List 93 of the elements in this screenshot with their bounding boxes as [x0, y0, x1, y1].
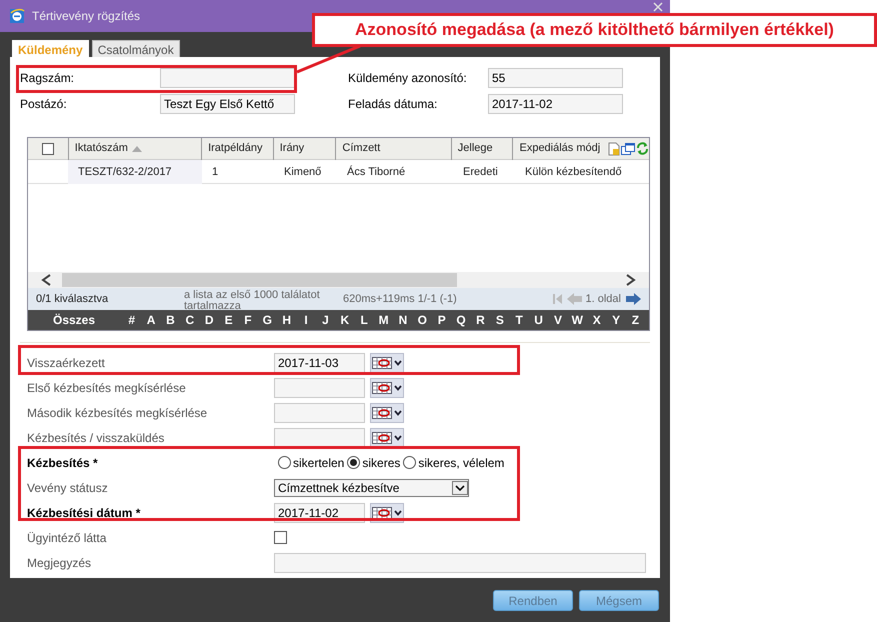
chevron-down-icon: [394, 434, 402, 440]
input-field[interactable]: [274, 428, 365, 448]
alphabet-filter-link[interactable]: C: [180, 311, 200, 329]
alphabet-filter-link[interactable]: H: [277, 311, 296, 329]
select-all-checkbox[interactable]: [42, 142, 54, 154]
calendar-button[interactable]: [370, 402, 404, 422]
alphabet-filter-link[interactable]: O: [412, 311, 432, 329]
table-cell-text: 1: [211, 164, 220, 180]
alphabet-filter-link[interactable]: P: [432, 311, 452, 329]
field-label: Kézbesítés / visszaküldés: [27, 430, 166, 446]
alphabet-filter-link[interactable]: K: [335, 311, 355, 329]
alphabet-filter-link[interactable]: Q: [451, 311, 471, 329]
input-field[interactable]: 2017-11-03: [274, 352, 365, 372]
field-label: Második kézbesítés megkísérlése: [27, 404, 208, 422]
table-row[interactable]: TESZT/632-2/2017 1 Kimenő Ács Tiborné Eredeti Külön kézbesítendő: [28, 160, 649, 184]
field-label: Ügyintéző látta: [27, 530, 108, 546]
alphabet-filter-link[interactable]: I: [296, 311, 316, 329]
radio-option[interactable]: sikeres: [347, 454, 400, 472]
chevron-down-icon: [394, 410, 402, 416]
alphabet-filter-link[interactable]: X: [587, 311, 606, 329]
horizontal-scrollbar[interactable]: [28, 272, 649, 288]
page-label: 1. oldal: [586, 292, 621, 307]
window-title: Tértivevény rögzítés: [32, 8, 140, 25]
alphabet-filter-link[interactable]: #: [122, 311, 142, 329]
alphabet-filter-link[interactable]: Összes: [53, 311, 96, 329]
alphabet-filter-link[interactable]: L: [354, 311, 374, 329]
export-document-icon[interactable]: [608, 142, 620, 156]
alphabet-filter-link[interactable]: V: [548, 311, 568, 329]
chevron-down-icon: [452, 480, 468, 494]
checkbox[interactable]: [274, 531, 287, 544]
alphabet-filter-link[interactable]: F: [238, 311, 258, 329]
table-cell-text: Külön kézbesítendő: [524, 164, 623, 180]
input-field[interactable]: 2017-11-02: [488, 94, 623, 114]
table-cell: TESZT/632-2/2017: [68, 160, 202, 184]
alphabet-filter-link[interactable]: U: [528, 311, 548, 329]
input-field[interactable]: [274, 552, 646, 572]
field-label: Ragszám:: [20, 70, 76, 87]
field-label: Kézbesítési dátum *: [27, 504, 142, 522]
alphabet-filter-link[interactable]: A: [141, 311, 161, 329]
list-limit-note: a lista az első 1000 találatot tartalmazza: [184, 288, 321, 310]
timing-info: 620ms+119ms 1/-1 (-1): [343, 292, 457, 307]
radio-option[interactable]: sikeres, vélelem: [403, 454, 504, 472]
alphabet-filter-link[interactable]: Y: [606, 311, 626, 329]
field-label: Postázó:: [20, 96, 68, 113]
calendar-icon: [372, 506, 392, 518]
calendar-icon: [372, 356, 392, 368]
refresh-icon[interactable]: [636, 142, 649, 155]
alphabet-filter-link[interactable]: E: [218, 311, 238, 329]
table-cell-text: Kimenő: [283, 164, 322, 180]
calendar-button[interactable]: [370, 352, 404, 372]
field-label: Kézbesítés *: [27, 454, 99, 472]
calendar-button[interactable]: [370, 428, 404, 448]
browser-logo-icon: [9, 8, 25, 24]
chevron-down-icon: [394, 360, 402, 366]
table-cell-text: Ács Tiborné: [346, 164, 406, 180]
annotation-text: Azonosító megadása (a mező kitölthető bármilyen értékkel): [355, 19, 834, 42]
alphabet-filter-link[interactable]: W: [568, 311, 588, 329]
field-label: Feladás dátuma:: [348, 96, 438, 113]
input-field[interactable]: [160, 68, 295, 88]
input-field[interactable]: 55: [488, 68, 623, 88]
alphabet-filter-link[interactable]: G: [258, 311, 278, 329]
window-icon[interactable]: [621, 142, 635, 154]
alphabet-filter-link[interactable]: S: [490, 311, 510, 329]
field-label: Első kézbesítés megkísérlése: [27, 380, 187, 396]
field-label: Küldemény azonosító:: [348, 70, 468, 87]
input-field[interactable]: Teszt Egy Első Kettő: [160, 94, 295, 114]
alphabet-filter-link[interactable]: T: [510, 311, 529, 329]
close-icon[interactable]: [653, 2, 663, 12]
input-field[interactable]: [274, 402, 365, 422]
calendar-icon: [372, 432, 392, 444]
sort-ascending-icon: [132, 146, 142, 152]
radio-option[interactable]: sikertelen: [278, 454, 344, 472]
alphabet-filter-link[interactable]: R: [470, 311, 490, 329]
chevron-down-icon: [394, 384, 402, 390]
table-cell-text: Eredeti: [462, 164, 499, 180]
input-field[interactable]: [274, 378, 365, 398]
calendar-icon: [372, 406, 392, 418]
alphabet-filter-link[interactable]: J: [316, 311, 336, 329]
alphabet-filter-link[interactable]: B: [160, 311, 180, 329]
alphabet-filter-link[interactable]: M: [374, 311, 394, 329]
calendar-icon: [372, 382, 392, 394]
field-label: Visszaérkezett: [27, 354, 106, 372]
alphabet-filter-link[interactable]: Z: [626, 311, 646, 329]
selection-count: 0/1 kiválasztva: [36, 292, 110, 307]
calendar-button[interactable]: [370, 378, 404, 398]
tab[interactable]: Csatolmányok: [92, 40, 180, 57]
alphabet-filter-link[interactable]: N: [393, 311, 413, 329]
alphabet-filter-link[interactable]: D: [200, 311, 219, 329]
field-label: Megjegyzés: [27, 554, 92, 572]
field-label: Vevény státusz: [27, 480, 109, 496]
status-dropdown[interactable]: Címzettnek kézbesítve: [274, 478, 469, 496]
next-arrow-icon[interactable]: [626, 293, 641, 305]
chevron-down-icon: [394, 510, 402, 516]
